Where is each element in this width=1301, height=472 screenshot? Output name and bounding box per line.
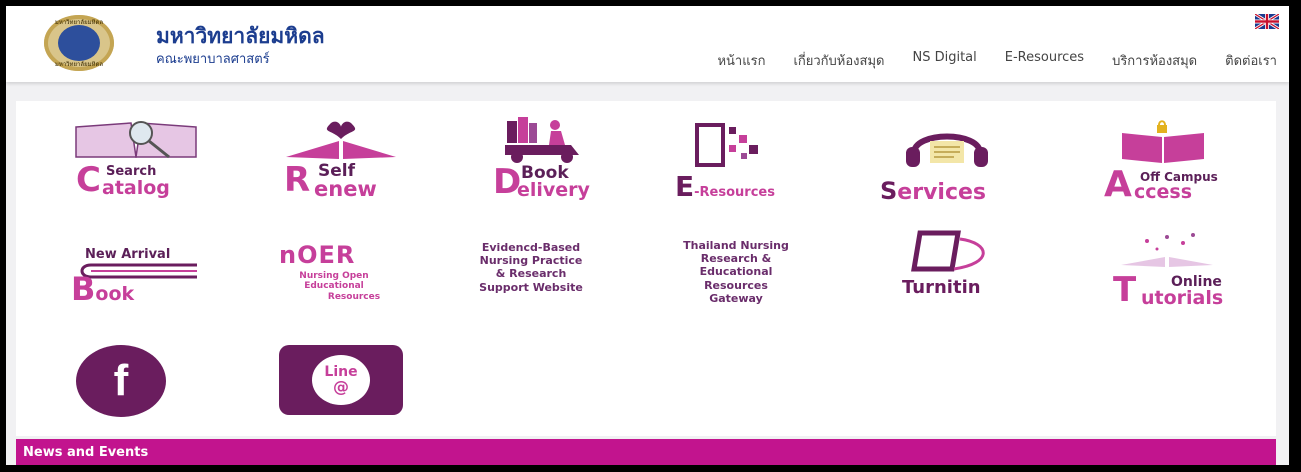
main-nav: หน้าแรก เกี่ยวกับห้องสมุด NS Digital E-R… — [717, 50, 1277, 71]
nav-contact[interactable]: ติดต่อเรา — [1225, 50, 1277, 71]
tile-online-tutorials[interactable]: T Online utorials — [1101, 229, 1251, 313]
headset-icon — [906, 133, 988, 167]
tile-thai-line4: Resources — [704, 278, 768, 292]
browser-viewport: มหาวิทยาลัยมหิดล มหาวิทยาลัยมหิดล มหาวิท… — [6, 6, 1289, 465]
logo-seal — [58, 25, 100, 61]
tile-letter: E — [675, 170, 695, 203]
nav-home[interactable]: หน้าแรก — [717, 50, 765, 71]
tile-thai-line5: Gateway — [709, 291, 763, 305]
tile-word2: ervices — [897, 180, 987, 205]
line-at: @ — [333, 377, 349, 396]
uk-flag-icon[interactable] — [1255, 14, 1279, 29]
tile-letter: S — [880, 177, 898, 205]
tile-word2: ccess — [1134, 181, 1193, 203]
tile-letter: C — [76, 160, 101, 200]
tile-ebp-line3: & Research — [495, 267, 567, 281]
faculty-name[interactable]: คณะพยาบาลศาสตร์ — [156, 48, 270, 69]
news-events-title: News and Events — [23, 444, 149, 460]
tile-noer-line2: Educational — [304, 281, 364, 292]
tile-book-delivery[interactable]: D Book elivery — [471, 115, 611, 201]
tile-ebp-line1: Evidencd-Based — [481, 241, 581, 254]
facebook-button[interactable]: f — [76, 345, 166, 417]
tile-ebp-line2: Nursing Practice — [479, 254, 583, 268]
tile-turnitin[interactable]: Turnitin — [886, 229, 1026, 309]
tile-new-arrival-book[interactable]: New Arrival Book — [71, 247, 211, 307]
tile-letter: A — [1104, 164, 1132, 205]
tile-word2: utorials — [1141, 287, 1224, 309]
scooter-books-icon — [505, 117, 579, 163]
tile-letter: T — [1113, 270, 1137, 310]
university-logo[interactable]: มหาวิทยาลัยมหิดล มหาวิทยาลัยมหิดล — [44, 15, 114, 71]
tile-thai-line1: Thailand Nursing — [683, 239, 789, 252]
tile-e-resources[interactable]: E-Resources — [671, 121, 821, 201]
logo-text-bottom: มหาวิทยาลัยมหิดล — [54, 61, 104, 68]
tile-letter: B — [71, 270, 96, 308]
tile-word2: enew — [314, 177, 377, 201]
digital-squares-icon — [695, 123, 758, 167]
tile-off-campus-access[interactable]: A Off Campus ccess — [1096, 119, 1246, 203]
facebook-icon: f — [113, 356, 129, 405]
nav-about-library[interactable]: เกี่ยวกับห้องสมุด — [793, 50, 884, 71]
lock-book-icon — [1122, 120, 1204, 163]
sparkle-book-icon — [1121, 233, 1213, 267]
tile-ebp-research[interactable]: Evidencd-Based Nursing Practice & Resear… — [456, 241, 606, 294]
tile-search-catalog[interactable]: C Search atalog — [66, 119, 206, 199]
line-icon: Line @ — [312, 355, 370, 405]
news-events-header: News and Events — [16, 439, 1276, 465]
tile-thai-line2: Research & — [700, 252, 772, 266]
nav-ns-digital[interactable]: NS Digital — [912, 50, 976, 71]
tile-services[interactable]: Services — [874, 123, 1034, 205]
heart-book-icon — [286, 121, 396, 159]
quick-links-panel: C Search atalog R Self enew D Book elive… — [16, 101, 1276, 436]
tile-noer-line3: Resources — [327, 291, 381, 302]
open-book-magnifier-icon — [75, 121, 197, 159]
tile-ebp-line4: Support Website — [479, 280, 583, 294]
line-button[interactable]: Line @ — [279, 345, 403, 415]
tile-turnitin-label: Turnitin — [902, 277, 981, 298]
nav-library-services[interactable]: บริการห้องสมุด — [1112, 50, 1197, 71]
tile-word1: New Arrival — [85, 247, 171, 262]
site-header: มหาวิทยาลัยมหิดล มหาวิทยาลัยมหิดล มหาวิท… — [6, 6, 1289, 82]
tile-noer-line1: Nursing Open — [299, 271, 369, 281]
tile-word2: elivery — [517, 179, 590, 201]
tile-word2: ook — [95, 283, 135, 305]
nav-e-resources[interactable]: E-Resources — [1005, 50, 1084, 71]
tile-word2: atalog — [102, 177, 170, 199]
tile-noer-title: nOER — [279, 241, 356, 269]
turnitin-logo-icon — [911, 230, 985, 272]
tile-thai-line3: Educational — [699, 265, 773, 279]
tile-word2: -Resources — [694, 185, 775, 200]
tile-letter: R — [284, 160, 311, 200]
tile-self-renew[interactable]: R Self enew — [276, 119, 416, 201]
tile-thailand-nursing-gateway[interactable]: Thailand Nursing Research & Educational … — [661, 239, 811, 305]
tile-noer[interactable]: nOER Nursing Open Educational Resources — [271, 241, 411, 311]
